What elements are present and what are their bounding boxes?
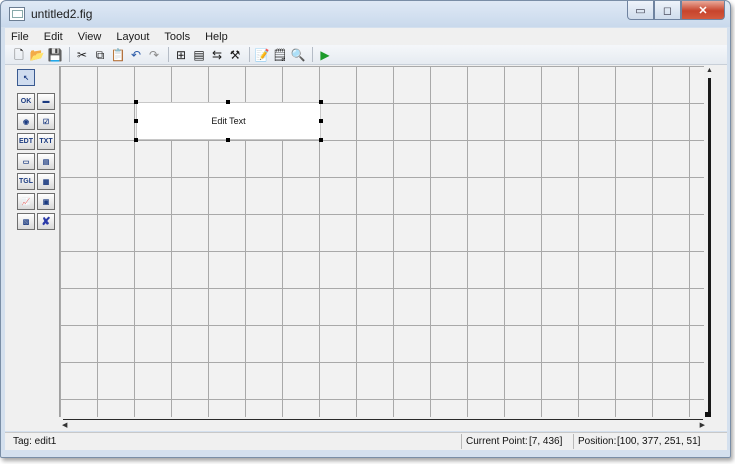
popup-menu-tool-icon[interactable]: ▭ xyxy=(17,153,35,170)
copy-icon[interactable]: ⧉ xyxy=(92,47,108,63)
undo-icon[interactable]: ↶ xyxy=(128,47,144,63)
current-point-value: [7, 436] xyxy=(529,436,563,447)
listbox-tool-icon[interactable]: ▤ xyxy=(37,153,55,170)
resize-handle[interactable] xyxy=(226,138,230,142)
new-icon[interactable]: 🗋 xyxy=(11,47,27,63)
select-tool-icon[interactable]: ↖ xyxy=(17,69,35,86)
figure-resize-corner[interactable] xyxy=(705,412,711,417)
current-point-label: Current Point: xyxy=(466,436,528,447)
panel-tool-icon[interactable]: ▣ xyxy=(37,193,55,210)
menu-edit[interactable]: Edit xyxy=(44,31,63,43)
redo-icon[interactable]: ↷ xyxy=(146,47,162,63)
horizontal-scroll-track[interactable] xyxy=(63,419,703,420)
open-icon[interactable]: 📂 xyxy=(29,47,45,63)
window-title: untitled2.fig xyxy=(31,7,93,21)
maximize-button[interactable]: ◻ xyxy=(654,1,681,20)
tab-order-icon[interactable]: ⇆ xyxy=(209,47,225,63)
status-divider xyxy=(461,434,462,449)
push-button-tool-icon[interactable]: OK xyxy=(17,93,35,110)
layout-area: ↖ OK ▬ ◉ ☑ EDT TXT ▭ ▤ TGL ▦ 📈 ▣ ▧ ✘ Edi… xyxy=(5,65,727,431)
resize-handle[interactable] xyxy=(134,100,138,104)
menu-tools[interactable]: Tools xyxy=(164,31,190,43)
activex-tool-icon[interactable]: ✘ xyxy=(37,213,55,230)
align-icon[interactable]: ⊞ xyxy=(173,47,189,63)
position-label: Position: xyxy=(578,436,617,447)
horizontal-scrollbar[interactable]: ◀ ▶ xyxy=(59,417,705,429)
scroll-right-icon[interactable]: ▶ xyxy=(700,421,705,429)
static-text-tool-icon[interactable]: TXT xyxy=(37,133,55,150)
close-button[interactable]: ✕ xyxy=(681,1,725,20)
toolbar-separator xyxy=(312,47,313,62)
run-icon[interactable]: ▶ xyxy=(317,47,333,63)
vertical-scrollbar[interactable]: ▲ xyxy=(705,66,713,417)
menu-help[interactable]: Help xyxy=(205,31,228,43)
menu-view[interactable]: View xyxy=(78,31,102,43)
edit-text-control[interactable]: Edit Text xyxy=(136,102,321,140)
maximize-icon: ◻ xyxy=(662,4,673,17)
resize-handle[interactable] xyxy=(319,138,323,142)
close-icon: ✕ xyxy=(698,4,708,17)
toolbar-separator xyxy=(69,47,70,62)
status-tag: Tag: edit1 xyxy=(13,436,57,447)
paste-icon[interactable]: 📋 xyxy=(110,47,126,63)
minimize-icon: ▭ xyxy=(635,4,646,17)
layout-canvas[interactable]: Edit Text xyxy=(59,66,704,417)
property-inspector-icon[interactable]: 🗒 xyxy=(272,47,288,63)
menu-file[interactable]: File xyxy=(11,31,29,43)
radio-button-tool-icon[interactable]: ◉ xyxy=(17,113,35,130)
menu-bar: File Edit View Layout Tools Help xyxy=(5,28,727,45)
minimize-button[interactable]: ▭ xyxy=(627,1,654,20)
cut-icon[interactable]: ✂ xyxy=(74,47,90,63)
position-value: [100, 377, 251, 51] xyxy=(617,436,701,447)
toolbar-separator xyxy=(249,47,250,62)
title-bar[interactable]: untitled2.fig ▭ ◻ ✕ xyxy=(1,1,730,27)
edit-text-label: Edit Text xyxy=(211,116,246,126)
resize-handle[interactable] xyxy=(226,100,230,104)
save-icon[interactable]: 💾 xyxy=(47,47,63,63)
toggle-button-tool-icon[interactable]: TGL xyxy=(17,173,35,190)
guide-window: untitled2.fig ▭ ◻ ✕ File Edit View Layou… xyxy=(0,0,731,458)
menu-editor-icon[interactable]: ▤ xyxy=(191,47,207,63)
checkbox-tool-icon[interactable]: ☑ xyxy=(37,113,55,130)
figure-file-icon xyxy=(9,7,25,21)
resize-handle[interactable] xyxy=(134,119,138,123)
toolbar: 🗋 📂 💾 ✂ ⧉ 📋 ↶ ↷ ⊞ ▤ ⇆ ⚒ 📝 🗒 🔍 ▶ xyxy=(5,45,727,65)
edit-text-tool-icon[interactable]: EDT xyxy=(17,133,35,150)
object-browser-icon[interactable]: 🔍 xyxy=(290,47,306,63)
resize-handle[interactable] xyxy=(319,119,323,123)
toolbar-separator xyxy=(168,47,169,62)
table-tool-icon[interactable]: ▦ xyxy=(37,173,55,190)
menu-layout[interactable]: Layout xyxy=(116,31,149,43)
scroll-up-icon[interactable]: ▲ xyxy=(706,67,713,74)
resize-handle[interactable] xyxy=(134,138,138,142)
toolbar-editor-icon[interactable]: ⚒ xyxy=(227,47,243,63)
axes-tool-icon[interactable]: 📈 xyxy=(17,193,35,210)
slider-tool-icon[interactable]: ▬ xyxy=(37,93,55,110)
resize-handle[interactable] xyxy=(319,100,323,104)
mfile-editor-icon[interactable]: 📝 xyxy=(254,47,270,63)
status-bar: Tag: edit1 Current Point: [7, 436] Posit… xyxy=(5,432,727,450)
scroll-left-icon[interactable]: ◀ xyxy=(62,421,67,429)
vertical-scroll-track[interactable] xyxy=(708,78,711,412)
button-group-tool-icon[interactable]: ▧ xyxy=(17,213,35,230)
status-divider xyxy=(573,434,574,449)
